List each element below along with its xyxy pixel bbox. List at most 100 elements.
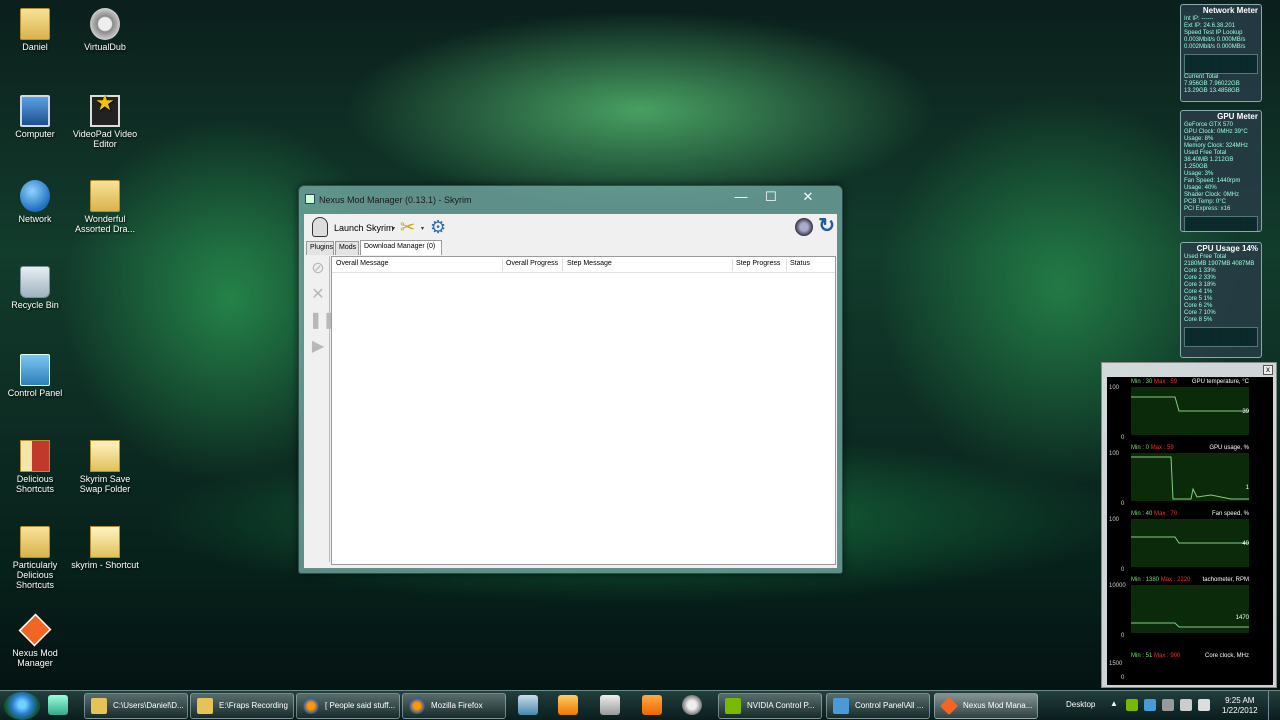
monitor-name: Core clock, MHz <box>1204 653 1249 659</box>
shortcut-folder-icon <box>90 440 120 472</box>
close-button[interactable]: ✕ <box>788 187 828 206</box>
column-step-progress[interactable]: Step Progress <box>736 260 780 267</box>
gadget-line: Int IP: ------ <box>1184 16 1214 22</box>
media-player-icon[interactable] <box>558 695 578 715</box>
shortcut-folder-icon <box>20 440 50 472</box>
desktop-icon-nexus-mod-manager[interactable]: Nexus Mod Manager <box>0 613 72 668</box>
monitor-top: 100 <box>1109 385 1120 391</box>
desktop-icon-network[interactable]: Network <box>0 180 72 224</box>
column-separator[interactable] <box>562 259 563 271</box>
desktop-icon-control-panel[interactable]: Control Panel <box>0 354 72 398</box>
firefox-icon <box>303 698 319 714</box>
desktop-icon-virtualdub[interactable]: VirtualDub <box>68 8 142 52</box>
taskbar-item[interactable]: [ People said stuff... <box>296 693 400 719</box>
show-desktop-button[interactable] <box>1268 691 1280 720</box>
monitor-min: Min : 0 Max : 59 <box>1131 445 1174 451</box>
min-value: Min : 0 <box>1131 445 1150 451</box>
taskbar-item[interactable]: Mozilla Firefox <box>402 693 506 719</box>
hardware-monitor-window[interactable]: x Min : 30 Max : 59 GPU temperature, °C … <box>1101 362 1277 688</box>
clock-time: 9:25 AM <box>1225 696 1255 705</box>
tray-overflow-icon[interactable]: ▲ <box>1110 699 1118 708</box>
tools-dropdown-arrow[interactable]: ▾ <box>421 225 424 232</box>
vlc-icon[interactable] <box>642 695 662 715</box>
column-status[interactable]: Status <box>790 260 810 267</box>
monitor-current: 40 <box>1242 541 1249 547</box>
skyrim-icon[interactable] <box>600 695 620 715</box>
display-tray-icon[interactable] <box>1180 699 1192 711</box>
monitor-name: tachometer, RPM <box>1202 577 1249 583</box>
cancel-all-icon[interactable]: ⊘ <box>309 260 327 278</box>
min-value: Min : 30 <box>1131 379 1153 385</box>
tab-mods[interactable]: Mods <box>335 241 359 255</box>
cpu-usage-gadget[interactable]: CPU Usage 14% Used Free Total 2180MB 190… <box>1180 242 1262 358</box>
tab-plugins[interactable]: Plugins <box>306 241 334 255</box>
clock[interactable]: 9:25 AM 1/22/2012 <box>1222 696 1258 716</box>
volume-icon[interactable] <box>1198 699 1210 711</box>
gear-app-icon[interactable] <box>682 695 702 715</box>
taskbar-item-label: C:\Users\Daniel\D... <box>113 701 184 710</box>
gear-app-icon <box>90 8 120 40</box>
monitor-trace <box>1131 622 1249 628</box>
pinned-app-icon[interactable] <box>48 695 68 715</box>
desktop-icon-daniel[interactable]: Daniel <box>0 8 72 52</box>
online-status-icon[interactable] <box>795 218 813 236</box>
flag-tray-icon[interactable] <box>1162 699 1174 711</box>
desktop-icon-recycle-bin[interactable]: Recycle Bin <box>0 266 72 310</box>
remove-icon[interactable]: ✕ <box>309 286 327 304</box>
column-step-message[interactable]: Step Message <box>567 260 612 267</box>
minimize-button[interactable]: — <box>726 187 756 206</box>
max-value: Max : 59 <box>1150 445 1174 451</box>
taskbar-item[interactable]: C:\Users\Daniel\D... <box>84 693 188 719</box>
nvidia-tray-icon[interactable] <box>1126 699 1138 711</box>
gadget-line: 2180MB 1907MB 4087MB <box>1184 261 1255 267</box>
star-app-icon <box>90 95 120 127</box>
desktop-toolbar-label[interactable]: Desktop <box>1066 700 1095 709</box>
gadget-line: Used Free Total <box>1184 150 1227 156</box>
monitor-min: Min : 51 Max : 900 <box>1131 653 1180 659</box>
gadget-line: Speed Test IP Lookup <box>1184 30 1243 36</box>
taskbar-item[interactable]: Control Panel\All ... <box>826 693 930 719</box>
tab-download-manager[interactable]: Download Manager (0) <box>360 240 442 255</box>
gadget-line: 7.956GB 7.96022GB <box>1184 81 1240 87</box>
taskbar-item[interactable]: NVIDIA Control P... <box>718 693 822 719</box>
launch-dropdown-arrow[interactable]: ▾ <box>392 225 395 232</box>
settings-icon[interactable]: ⚙ <box>430 218 446 236</box>
desktop-icon-skyrim-shortcut[interactable]: skyrim - Shortcut <box>68 526 142 570</box>
download-list[interactable]: Overall Message Overall Progress Step Me… <box>331 256 836 565</box>
desktop-icon-wonderful[interactable]: Wonderful Assorted Dra... <box>68 180 142 234</box>
taskbar-item-label: Nexus Mod Mana... <box>963 701 1033 710</box>
column-overall-message[interactable]: Overall Message <box>336 260 389 267</box>
min-value: Min : 40 <box>1131 511 1153 517</box>
column-separator[interactable] <box>502 259 503 271</box>
taskbar-item-label: [ People said stuff... <box>325 701 396 710</box>
taskbar-item-label: NVIDIA Control P... <box>747 701 815 710</box>
refresh-icon[interactable]: ↻ <box>818 216 835 236</box>
desktop-icon-videopad[interactable]: VideoPad Video Editor <box>68 95 142 149</box>
network-tray-icon[interactable] <box>1144 699 1156 711</box>
close-icon[interactable]: x <box>1263 365 1273 375</box>
tools-icon[interactable]: ✂ <box>400 218 415 236</box>
pinned-app-icon[interactable] <box>518 695 538 715</box>
column-separator[interactable] <box>786 259 787 271</box>
desktop-icon-delicious-shortcuts[interactable]: Delicious Shortcuts <box>0 440 72 494</box>
desktop-icon-computer[interactable]: Computer <box>0 95 72 139</box>
gadget-line: Core 2 33% <box>1184 275 1216 281</box>
pause-icon[interactable]: ❚❚ <box>309 312 336 330</box>
gadget-title: CPU Usage 14% <box>1196 244 1258 253</box>
taskbar-item[interactable]: E:\Fraps Recording <box>190 693 294 719</box>
desktop-icon-skyrim-save-swap[interactable]: Skyrim Save Swap Folder <box>68 440 142 494</box>
desktop-icon-particularly-delicious[interactable]: Particularly Delicious Shortcuts <box>0 526 72 590</box>
start-button[interactable] <box>4 692 40 720</box>
window-titlebar[interactable]: Nexus Mod Manager (0.13.1) - Skyrim — ☐ … <box>299 186 842 212</box>
folder-icon <box>20 526 50 558</box>
max-value: Max : 70 <box>1154 511 1178 517</box>
column-overall-progress[interactable]: Overall Progress <box>506 260 558 267</box>
column-separator[interactable] <box>732 259 733 271</box>
resume-icon[interactable]: ▶ <box>309 338 327 356</box>
maximize-button[interactable]: ☐ <box>756 187 786 206</box>
taskbar-item-active[interactable]: Nexus Mod Mana... <box>934 693 1038 719</box>
desktop-icon-label: Particularly Delicious Shortcuts <box>12 560 58 590</box>
gpu-meter-gadget[interactable]: GPU Meter GeForce GTX 570 GPU Clock: 0MH… <box>1180 110 1262 232</box>
network-meter-gadget[interactable]: Network Meter Int IP: ------ Ext IP: 24.… <box>1180 4 1262 102</box>
nexus-mod-manager-window[interactable]: Nexus Mod Manager (0.13.1) - Skyrim — ☐ … <box>298 185 843 574</box>
